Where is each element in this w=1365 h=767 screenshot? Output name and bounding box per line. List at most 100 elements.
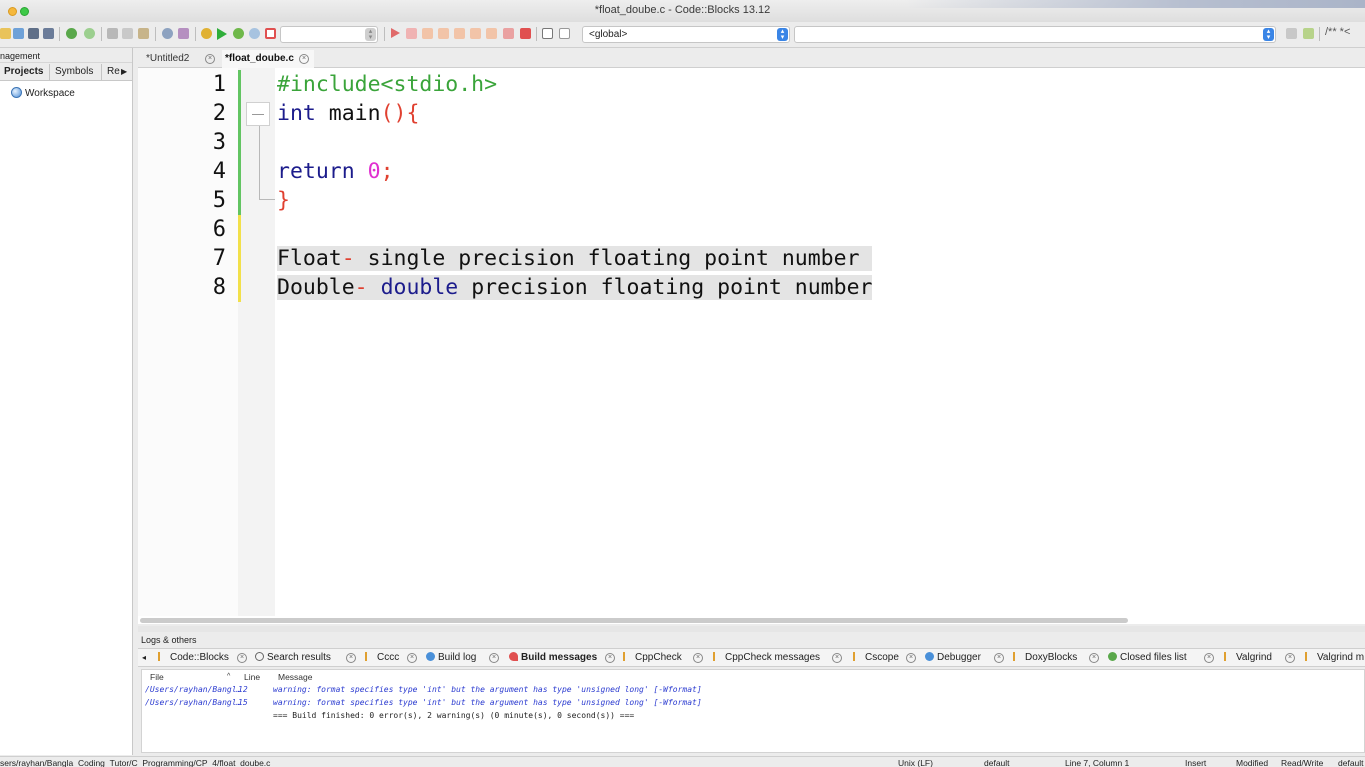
doxyblocks-comment-button[interactable]: /** *< [1325, 26, 1350, 38]
stop-debug-icon[interactable] [520, 28, 531, 39]
close-tab-icon[interactable]: × [1285, 653, 1295, 663]
message-text[interactable]: warning: format specifies type 'int' but… [273, 685, 702, 694]
close-tab-icon[interactable]: × [489, 653, 499, 663]
step-out-icon[interactable] [454, 28, 465, 39]
pause-icon[interactable] [503, 28, 514, 39]
open-file-icon[interactable] [13, 28, 24, 39]
log-tab-search-results[interactable]: Search results [255, 652, 331, 663]
debug-windows-icon[interactable] [542, 28, 553, 39]
log-tab-debugger[interactable]: Debugger [925, 652, 981, 663]
message-line[interactable]: 12 [238, 685, 248, 694]
undo-icon[interactable] [66, 28, 77, 39]
log-tab-build-log[interactable]: Build log [426, 652, 476, 663]
cut-icon[interactable] [107, 28, 118, 39]
keyword-token: double [380, 275, 459, 300]
log-tab-cppcheck-messages[interactable]: CppCheck messages [713, 652, 820, 663]
run-icon[interactable] [217, 28, 227, 40]
various-info-icon[interactable] [559, 28, 570, 39]
toolbar-separator [59, 27, 60, 41]
build-messages-list[interactable]: File ^ Line Message /Users/rayhan/Bangl…… [141, 669, 1365, 753]
scrollbar-thumb[interactable] [140, 618, 1128, 623]
close-tab-icon[interactable]: × [605, 653, 615, 663]
build-icon[interactable] [201, 28, 212, 39]
next-instruction-icon[interactable] [470, 28, 481, 39]
close-tab-icon[interactable]: × [205, 54, 215, 64]
tabs-scroll-left-icon[interactable]: ◂ [142, 653, 146, 662]
rebuild-icon[interactable] [249, 28, 260, 39]
jump-forward-icon[interactable] [1303, 28, 1314, 39]
message-line[interactable]: 15 [238, 698, 248, 707]
column-header-message[interactable]: Message [278, 672, 313, 682]
scope-select-stepper[interactable]: ▴ ▾ [777, 28, 788, 41]
step-instruction-icon[interactable] [486, 28, 497, 39]
save-all-icon[interactable] [43, 28, 54, 39]
log-tab-valgrind[interactable]: Valgrind [1224, 652, 1272, 663]
close-tab-icon[interactable]: × [407, 653, 417, 663]
redo-icon[interactable] [84, 28, 95, 39]
editor-tabs: *Untitled2 × *float_doube.c × [138, 50, 1365, 68]
tab-projects[interactable]: Projects [4, 66, 43, 77]
debug-icon[interactable] [391, 28, 400, 38]
abort-icon[interactable] [265, 28, 276, 39]
panel-splitter[interactable] [138, 626, 1365, 632]
close-tab-icon[interactable]: × [693, 653, 703, 663]
close-tab-icon[interactable]: × [299, 54, 309, 64]
text-token: Float [277, 246, 342, 271]
log-tab-closed-files[interactable]: Closed files list [1108, 652, 1187, 663]
log-tab-valgrind-messages[interactable]: Valgrind m [1305, 652, 1364, 663]
pencil-icon [713, 652, 722, 661]
log-tab-build-messages[interactable]: Build messages [509, 652, 597, 663]
tab-symbols[interactable]: Symbols [55, 66, 93, 77]
function-select-stepper[interactable]: ▴ ▾ [1263, 28, 1274, 41]
close-tab-icon[interactable]: × [994, 653, 1004, 663]
close-tab-icon[interactable]: × [1089, 653, 1099, 663]
pencil-icon [158, 652, 167, 661]
tabs-scroll-right-icon[interactable]: ▶ [121, 67, 127, 76]
step-into-icon[interactable] [438, 28, 449, 39]
editor-horizontal-scrollbar[interactable] [138, 616, 1365, 624]
jump-back-icon[interactable] [1286, 28, 1297, 39]
log-tab-cccc[interactable]: Cccc [365, 652, 399, 663]
preprocessor-token: #include<stdio.h> [277, 72, 498, 97]
build-target-select[interactable]: ▴ ▾ [280, 26, 378, 43]
fold-toggle-icon[interactable] [246, 102, 270, 126]
scope-select[interactable]: <global> ▴ ▾ [582, 26, 790, 43]
close-tab-icon[interactable]: × [906, 653, 916, 663]
build-summary[interactable]: === Build finished: 0 error(s), 2 warnin… [273, 711, 634, 720]
close-tab-icon[interactable]: × [832, 653, 842, 663]
message-file[interactable]: /Users/rayhan/Bangl… [145, 685, 241, 694]
message-text[interactable]: warning: format specifies type 'int' but… [273, 698, 702, 707]
line-number: 1 [212, 72, 226, 97]
code-editor[interactable]: 1 2 3 4 5 6 7 8 #include<stdio.h> int ma… [138, 68, 1365, 616]
status-encoding: default [984, 758, 1010, 767]
close-tab-icon[interactable]: × [346, 653, 356, 663]
run-to-cursor-icon[interactable] [406, 28, 417, 39]
message-file[interactable]: /Users/rayhan/Bangl… [145, 698, 241, 707]
brace-token: } [277, 188, 290, 213]
pin-icon [509, 652, 518, 661]
pencil-icon [853, 652, 862, 661]
log-tab-cscope[interactable]: Cscope [853, 652, 899, 663]
tab-resources[interactable]: Re [107, 66, 120, 77]
workspace-item[interactable]: Workspace [11, 87, 75, 99]
close-tab-icon[interactable]: × [1204, 653, 1214, 663]
save-icon[interactable] [28, 28, 39, 39]
log-tab-doxyblocks[interactable]: DoxyBlocks [1013, 652, 1077, 663]
paste-icon[interactable] [138, 28, 149, 39]
function-select[interactable]: ▴ ▾ [794, 26, 1276, 43]
replace-icon[interactable] [178, 28, 189, 39]
saved-change-marker [238, 70, 241, 215]
next-line-icon[interactable] [422, 28, 433, 39]
copy-icon[interactable] [122, 28, 133, 39]
close-tab-icon[interactable]: × [237, 653, 247, 663]
code-line-2: int main(){ [277, 99, 419, 128]
build-run-icon[interactable] [233, 28, 244, 39]
new-file-icon[interactable] [0, 28, 11, 39]
column-header-line[interactable]: Line [244, 672, 260, 682]
column-header-file[interactable]: File [150, 672, 164, 682]
log-tab-codeblocks[interactable]: Code::Blocks [158, 652, 229, 663]
log-tab-cppcheck[interactable]: CppCheck [623, 652, 682, 663]
management-title: nagement [0, 48, 132, 63]
find-icon[interactable] [162, 28, 173, 39]
